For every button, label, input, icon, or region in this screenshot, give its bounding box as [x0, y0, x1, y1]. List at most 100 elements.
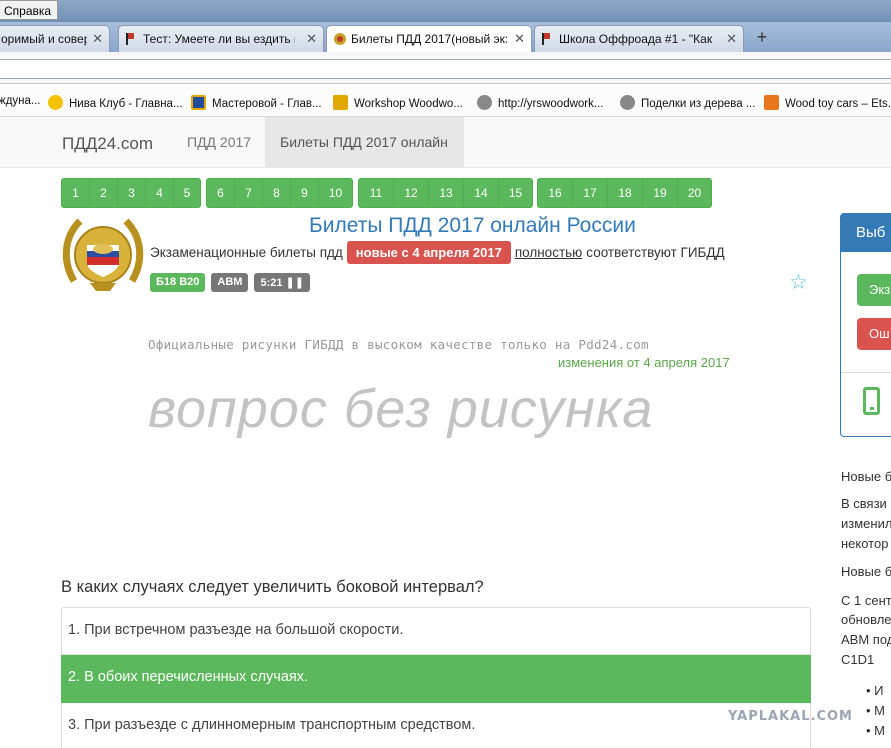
mobile-phone-icon[interactable]	[863, 387, 880, 415]
ticket-button[interactable]: 15	[498, 178, 533, 208]
exam-mode-button[interactable]: Экз	[857, 274, 891, 306]
tab-title: оримый и совер	[1, 32, 87, 46]
sidebar-text: Новые б	[841, 469, 891, 484]
answer-list: 1. При встречном разъезде на большой ско…	[61, 607, 811, 748]
bullet-text: М	[874, 703, 886, 718]
bookmark-label: Wood toy cars – Ets...	[785, 98, 891, 110]
bookmark-label: ждуна...	[0, 95, 41, 107]
bookmark-item[interactable]: Нива Клуб - Главна...	[48, 95, 183, 110]
flag-favicon-icon	[126, 33, 134, 45]
ticket-group-2: 6 7 8 9 10	[206, 178, 353, 208]
workshop-icon	[333, 95, 348, 110]
mistakes-mode-button[interactable]: Ош	[857, 318, 891, 350]
star-icon[interactable]: ☆	[789, 270, 808, 295]
bookmark-item[interactable]: Workshop Woodwo...	[333, 95, 463, 110]
sidebar-bullet: • М	[866, 723, 886, 738]
sidebar-text: ABM под	[841, 632, 891, 647]
picture-note: Официальные рисунки ГИБДД в высоком каче…	[148, 337, 649, 352]
timer-label[interactable]: 5:21 ❚❚	[254, 273, 310, 292]
bullet-text: И	[874, 683, 884, 698]
new-tab-button[interactable]: +	[752, 27, 772, 47]
ticket-button[interactable]: 16	[537, 178, 572, 208]
subtitle-prefix: Экзаменационные билеты пдд	[150, 244, 343, 260]
etsy-icon	[764, 95, 779, 110]
ticket-button[interactable]: 20	[677, 178, 712, 208]
close-icon[interactable]: ✕	[306, 31, 317, 47]
ticket-button[interactable]: 4	[145, 178, 173, 208]
gibdd-emblem-icon	[62, 218, 144, 291]
ticket-button[interactable]: 9	[290, 178, 318, 208]
answer-option-highlighted[interactable]: 2. В обоих перечисленных случаях.	[61, 655, 811, 703]
sidebar-text: некотор	[841, 536, 889, 551]
close-icon[interactable]: ✕	[726, 31, 737, 47]
globe-icon	[477, 95, 492, 110]
ticket-button[interactable]: 14	[463, 178, 498, 208]
sidebar-bullet: • И	[866, 683, 884, 698]
site-watermark: YAPLAKAL.COM	[728, 709, 853, 724]
bullet-text: М	[874, 723, 886, 738]
bookmark-label: Мастеровой - Глав...	[212, 98, 322, 110]
mode-select-panel: Выб Экз Ош	[840, 213, 891, 437]
nav-link-tickets-online[interactable]: Билеты ПДД 2017 онлайн	[265, 117, 464, 168]
window-titlebar: Справка	[0, 0, 891, 22]
category-labels: Б18 В20 ABM 5:21 ❚❚	[150, 273, 310, 292]
close-icon[interactable]: ✕	[514, 31, 525, 47]
tab-4[interactable]: Школа Оффроада #1 - "Как г ✕	[534, 25, 744, 52]
bookmark-label: Нива Клуб - Главна...	[69, 98, 183, 110]
new-tickets-badge: новые с 4 апреля 2017	[346, 240, 511, 264]
ticket-button[interactable]: 8	[262, 178, 290, 208]
bookmark-label: http://yrswoodwork...	[498, 98, 604, 110]
question-text: В каких случаях следует увеличить боково…	[61, 578, 484, 596]
bookmark-item[interactable]: Поделки из дерева ...	[620, 95, 755, 110]
ticket-question-label: Б18 В20	[150, 273, 206, 292]
tab-1[interactable]: оримый и совер ✕	[0, 25, 110, 52]
subtitle-underlined: полностью	[514, 244, 583, 260]
ticket-button[interactable]: 12	[393, 178, 428, 208]
ticket-button[interactable]: 19	[642, 178, 677, 208]
ticket-button[interactable]: 18	[607, 178, 642, 208]
close-icon[interactable]: ✕	[92, 31, 103, 47]
sidebar-text: изменил	[841, 516, 891, 531]
ticket-button[interactable]: 6	[206, 178, 234, 208]
site-navbar: ПДД24.com ПДД 2017 Билеты ПДД 2017 онлай…	[0, 117, 891, 168]
bookmark-item[interactable]: Мастеровой - Глав...	[191, 95, 322, 110]
bookmark-label: Поделки из дерева ...	[641, 98, 756, 110]
tab-3[interactable]: Билеты ПДД 2017(новый экза ✕	[326, 25, 532, 52]
tab-2[interactable]: Тест: Умеете ли вы ездить в Р ✕	[118, 25, 324, 52]
answer-option[interactable]: 3. При разъезде с длинномерным транспорт…	[61, 703, 811, 748]
bookmark-item[interactable]: Wood toy cars – Ets...	[764, 95, 891, 110]
ticket-button[interactable]: 11	[358, 178, 393, 208]
ticket-button[interactable]: 1	[61, 178, 89, 208]
answer-option[interactable]: 1. При встречном разъезде на большой ско…	[61, 607, 811, 655]
page-subtitle: Экзаменационные билеты пдд новые с 4 апр…	[150, 240, 725, 264]
bookmark-item[interactable]: http://yrswoodwork...	[477, 95, 603, 110]
nav-link-pdd2017[interactable]: ПДД 2017	[172, 117, 266, 168]
ticket-button[interactable]: 3	[117, 178, 145, 208]
niva-icon	[48, 95, 63, 110]
ticket-button[interactable]: 5	[173, 178, 201, 208]
picture-changes-date: изменения от 4 апреля 2017	[558, 355, 730, 370]
tab-title: Школа Оффроада #1 - "Как г	[559, 32, 713, 46]
ticket-group-3: 11 12 13 14 15	[358, 178, 533, 208]
ticket-button[interactable]: 13	[428, 178, 463, 208]
bookmark-item[interactable]: ждуна...	[0, 95, 41, 107]
sidebar-bullet: • М	[866, 703, 886, 718]
ticket-button[interactable]: 17	[572, 178, 607, 208]
sidebar-text: Новые б	[841, 564, 891, 579]
site-brand[interactable]: ПДД24.com	[62, 134, 153, 154]
masterovoy-icon	[191, 95, 206, 110]
flag-favicon-icon	[542, 33, 550, 45]
menu-help[interactable]: Справка	[0, 0, 59, 20]
ticket-button[interactable]: 10	[318, 178, 353, 208]
emblem-favicon-icon	[334, 33, 346, 45]
ticket-button[interactable]: 2	[89, 178, 117, 208]
tab-title: Билеты ПДД 2017(новый экза	[351, 32, 507, 46]
sidebar-text: В связи	[841, 496, 887, 511]
subtitle-suffix: соответствуют ГИБДД	[586, 244, 725, 260]
bookmark-label: Workshop Woodwo...	[354, 98, 463, 110]
tab-title: Тест: Умеете ли вы ездить в Р	[143, 32, 295, 46]
address-input[interactable]	[0, 59, 891, 79]
ticket-button[interactable]: 7	[234, 178, 262, 208]
bookmarks-bar: ждуна... Нива Клуб - Главна... Мастерово…	[0, 84, 891, 117]
panel-divider	[841, 372, 891, 373]
